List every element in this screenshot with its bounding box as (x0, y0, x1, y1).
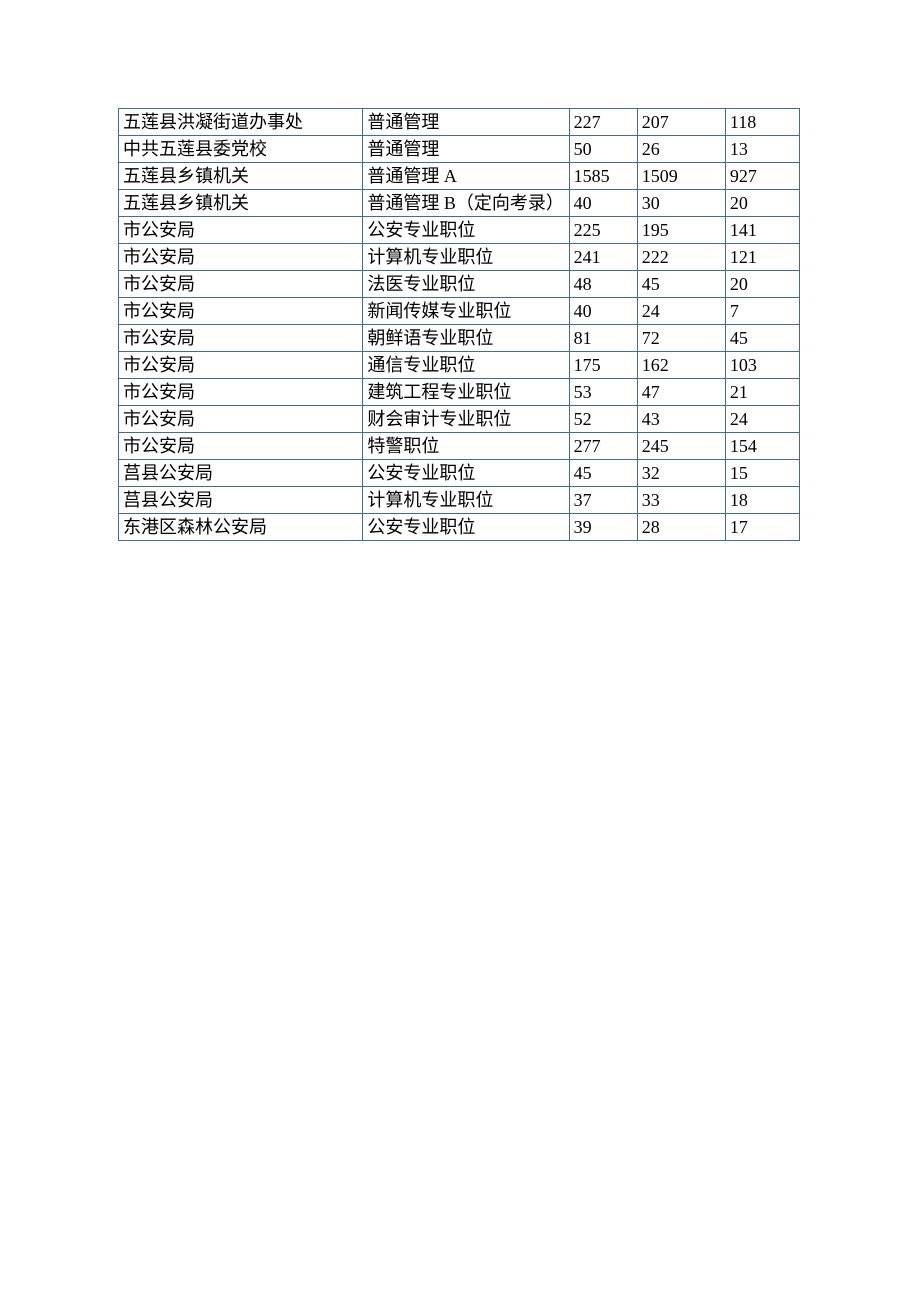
cell-org: 莒县公安局 (119, 487, 363, 514)
cell-org: 五莲县乡镇机关 (119, 163, 363, 190)
cell-n3: 103 (725, 352, 799, 379)
cell-org: 市公安局 (119, 325, 363, 352)
cell-pos: 计算机专业职位 (363, 487, 569, 514)
cell-n2: 207 (637, 109, 725, 136)
cell-n2: 47 (637, 379, 725, 406)
cell-n3: 45 (725, 325, 799, 352)
cell-n1: 37 (569, 487, 637, 514)
data-table: 五莲县洪凝街道办事处普通管理227207118中共五莲县委党校普通管理50261… (118, 108, 800, 541)
cell-pos: 公安专业职位 (363, 460, 569, 487)
table-row: 市公安局通信专业职位175162103 (119, 352, 800, 379)
cell-pos: 普通管理 (363, 136, 569, 163)
table-row: 市公安局建筑工程专业职位534721 (119, 379, 800, 406)
cell-org: 市公安局 (119, 244, 363, 271)
table-row: 市公安局朝鲜语专业职位817245 (119, 325, 800, 352)
table-row: 市公安局新闻传媒专业职位40247 (119, 298, 800, 325)
cell-n2: 43 (637, 406, 725, 433)
cell-n1: 45 (569, 460, 637, 487)
cell-n1: 277 (569, 433, 637, 460)
cell-org: 市公安局 (119, 298, 363, 325)
cell-org: 市公安局 (119, 433, 363, 460)
cell-pos: 法医专业职位 (363, 271, 569, 298)
cell-n3: 17 (725, 514, 799, 541)
cell-n2: 45 (637, 271, 725, 298)
cell-n3: 141 (725, 217, 799, 244)
cell-org: 市公安局 (119, 217, 363, 244)
cell-n3: 20 (725, 190, 799, 217)
cell-pos: 公安专业职位 (363, 217, 569, 244)
cell-pos: 建筑工程专业职位 (363, 379, 569, 406)
cell-n3: 927 (725, 163, 799, 190)
cell-n1: 227 (569, 109, 637, 136)
cell-n2: 26 (637, 136, 725, 163)
cell-org: 中共五莲县委党校 (119, 136, 363, 163)
cell-org: 五莲县乡镇机关 (119, 190, 363, 217)
cell-org: 东港区森林公安局 (119, 514, 363, 541)
cell-n1: 40 (569, 298, 637, 325)
cell-n3: 118 (725, 109, 799, 136)
table-row: 中共五莲县委党校普通管理502613 (119, 136, 800, 163)
cell-n2: 72 (637, 325, 725, 352)
cell-pos: 计算机专业职位 (363, 244, 569, 271)
cell-org: 五莲县洪凝街道办事处 (119, 109, 363, 136)
cell-n1: 50 (569, 136, 637, 163)
cell-n3: 24 (725, 406, 799, 433)
cell-n1: 1585 (569, 163, 637, 190)
cell-pos: 财会审计专业职位 (363, 406, 569, 433)
table-row: 市公安局特警职位277245154 (119, 433, 800, 460)
cell-n1: 241 (569, 244, 637, 271)
cell-org: 市公安局 (119, 271, 363, 298)
cell-n3: 7 (725, 298, 799, 325)
cell-pos: 普通管理 B（定向考录） (363, 190, 569, 217)
cell-n3: 21 (725, 379, 799, 406)
cell-n2: 245 (637, 433, 725, 460)
table-row: 五莲县乡镇机关普通管理 A15851509927 (119, 163, 800, 190)
cell-n2: 30 (637, 190, 725, 217)
cell-n2: 33 (637, 487, 725, 514)
cell-n2: 222 (637, 244, 725, 271)
table-row: 东港区森林公安局公安专业职位392817 (119, 514, 800, 541)
cell-n3: 121 (725, 244, 799, 271)
table-row: 五莲县乡镇机关普通管理 B（定向考录）403020 (119, 190, 800, 217)
cell-n2: 28 (637, 514, 725, 541)
cell-n2: 195 (637, 217, 725, 244)
table-row: 市公安局公安专业职位225195141 (119, 217, 800, 244)
cell-n1: 225 (569, 217, 637, 244)
cell-org: 市公安局 (119, 406, 363, 433)
cell-pos: 新闻传媒专业职位 (363, 298, 569, 325)
cell-n3: 20 (725, 271, 799, 298)
cell-org: 市公安局 (119, 352, 363, 379)
cell-pos: 普通管理 (363, 109, 569, 136)
cell-n2: 24 (637, 298, 725, 325)
table-row: 莒县公安局公安专业职位453215 (119, 460, 800, 487)
table-body: 五莲县洪凝街道办事处普通管理227207118中共五莲县委党校普通管理50261… (119, 109, 800, 541)
cell-n3: 13 (725, 136, 799, 163)
cell-pos: 普通管理 A (363, 163, 569, 190)
cell-n3: 18 (725, 487, 799, 514)
cell-pos: 通信专业职位 (363, 352, 569, 379)
cell-n1: 53 (569, 379, 637, 406)
table-row: 市公安局法医专业职位484520 (119, 271, 800, 298)
cell-n1: 52 (569, 406, 637, 433)
cell-n2: 1509 (637, 163, 725, 190)
table-row: 市公安局计算机专业职位241222121 (119, 244, 800, 271)
cell-n1: 40 (569, 190, 637, 217)
cell-org: 莒县公安局 (119, 460, 363, 487)
cell-n1: 81 (569, 325, 637, 352)
cell-pos: 特警职位 (363, 433, 569, 460)
cell-n2: 162 (637, 352, 725, 379)
cell-n1: 175 (569, 352, 637, 379)
cell-n3: 15 (725, 460, 799, 487)
table-row: 五莲县洪凝街道办事处普通管理227207118 (119, 109, 800, 136)
table-row: 市公安局财会审计专业职位524324 (119, 406, 800, 433)
cell-n3: 154 (725, 433, 799, 460)
cell-org: 市公安局 (119, 379, 363, 406)
cell-n1: 39 (569, 514, 637, 541)
table-row: 莒县公安局计算机专业职位373318 (119, 487, 800, 514)
cell-pos: 公安专业职位 (363, 514, 569, 541)
cell-pos: 朝鲜语专业职位 (363, 325, 569, 352)
cell-n2: 32 (637, 460, 725, 487)
cell-n1: 48 (569, 271, 637, 298)
